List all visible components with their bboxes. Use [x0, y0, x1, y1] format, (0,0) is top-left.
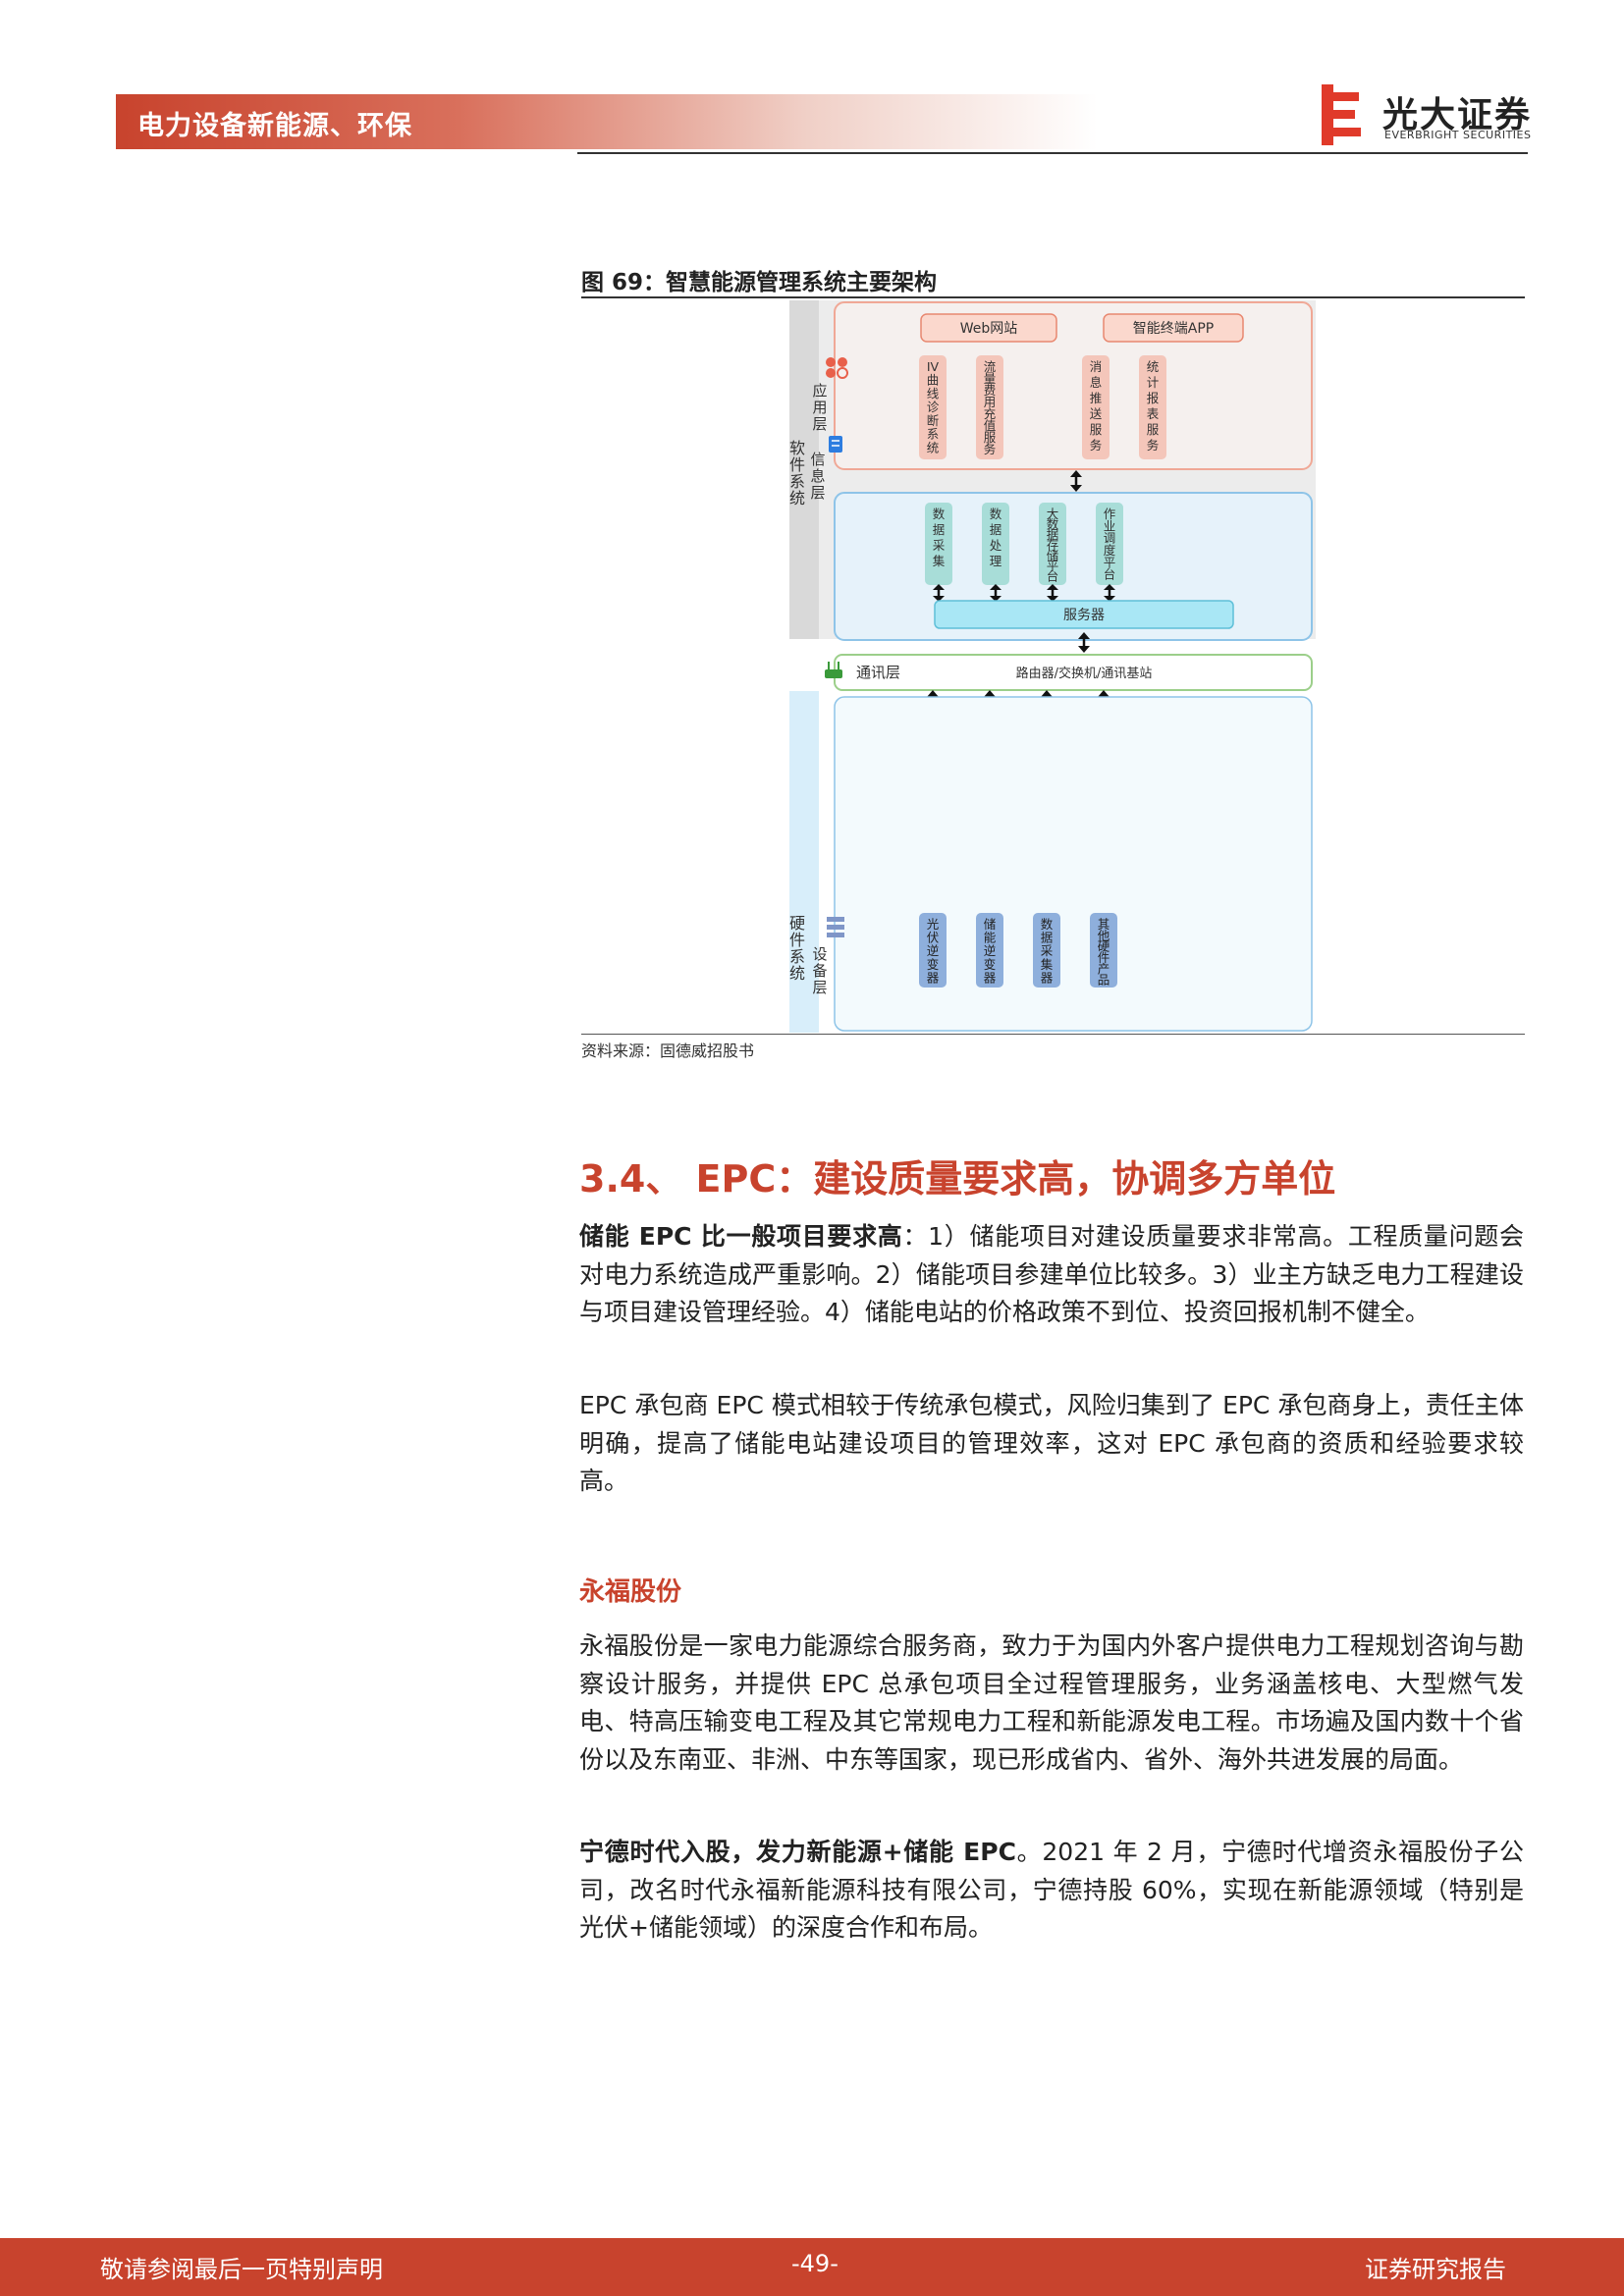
svg-text:消: 消 [1090, 359, 1103, 374]
software-system-label: 软件系统 [789, 439, 805, 507]
terminal-app-label: 智能终端APP [1133, 321, 1214, 337]
svg-text:应: 应 [812, 382, 827, 400]
svg-text:集: 集 [933, 554, 946, 568]
app-column-label: 统计报表服务 [1147, 359, 1160, 453]
svg-text:统: 统 [927, 440, 940, 454]
svg-text:息: 息 [1090, 375, 1103, 390]
svg-text:服: 服 [1090, 422, 1103, 437]
device-layer-label: 设备层 [812, 945, 827, 996]
svg-text:器: 器 [927, 970, 940, 985]
svg-text:据: 据 [990, 522, 1002, 537]
svg-text:数: 数 [933, 507, 946, 521]
logo-text-en: EVERBRIGHT SECURITIES [1384, 129, 1532, 141]
device-column-label: 储能逆变器 [984, 917, 997, 985]
info-layer-text: 信息层 [810, 451, 825, 502]
info-column-label: 数据处理 [990, 507, 1002, 568]
paragraph-catl-investment: 宁德时代入股，发力新能源+储能 EPC。2021 年 2 月，宁德时代增资永福股… [579, 1834, 1524, 1948]
svg-text:统: 统 [789, 964, 805, 983]
figure-top-rule [581, 296, 1525, 298]
svg-text:信: 信 [810, 451, 825, 468]
device-layer-frame [834, 696, 1313, 1032]
app-layer-label: 应用层 [812, 382, 827, 433]
app-layer-text: 应用层 [812, 382, 827, 433]
paragraph-epc-contractor: EPC 承包商 EPC 模式相较于传统承包模式，风险归集到了 EPC 承包商身上… [579, 1391, 1524, 1495]
info-column-label: 数据采集 [933, 507, 946, 568]
device-column-label: 数据采集器 [1041, 917, 1054, 985]
page-number: -49- [791, 2250, 839, 2277]
paragraph-company-intro: 永福股份是一家电力能源综合服务商，致力于为国内外客户提供电力工程规划咨询与勘察设… [579, 1631, 1524, 1774]
svg-text:备: 备 [812, 962, 827, 980]
info-layer-label: 信息层 [810, 451, 825, 502]
svg-text:务: 务 [1147, 438, 1160, 453]
svg-text:统: 统 [1147, 359, 1160, 374]
section-title: 3.4、 EPC：建设质量要求高，协调多方单位 [579, 1157, 1336, 1201]
svg-text:处: 处 [990, 538, 1002, 553]
svg-text:器: 器 [1041, 970, 1054, 985]
p4-lead: 宁德时代入股，发力新能源+储能 EPC [579, 1838, 1016, 1866]
svg-text:表: 表 [1147, 406, 1160, 421]
server-label: 服务器 [1063, 608, 1105, 623]
svg-text:据: 据 [933, 522, 946, 537]
svg-text:报: 报 [1147, 391, 1160, 405]
web-site-label: Web网站 [960, 321, 1018, 337]
svg-text:用: 用 [812, 399, 827, 416]
device-column-label: 其他硬件产品 [1098, 917, 1110, 988]
svg-text:务: 务 [984, 442, 997, 456]
comm-layer-content: 路由器/交换机/通讯基站 [1016, 666, 1153, 681]
svg-text:务: 务 [1090, 438, 1103, 453]
footer-report-type: 证券研究报告 [1365, 2256, 1506, 2283]
footer-disclaimer: 敬请参阅最后一页特别声明 [100, 2256, 383, 2283]
svg-text:息: 息 [810, 467, 825, 485]
app-column-label: 消息推送服务 [1090, 359, 1103, 453]
software-system-text: 软件系统 [789, 439, 805, 507]
svg-text:数: 数 [990, 507, 1002, 521]
paragraph-epc-requirements: 储能 EPC 比一般项目要求高：1）储能项目对建设质量要求非常高。工程质量问题会… [579, 1218, 1524, 1332]
svg-text:台: 台 [1047, 568, 1059, 583]
svg-text:推: 推 [1090, 391, 1103, 405]
app-column-label: 流量费用充值服务 [984, 359, 997, 456]
svg-text:台: 台 [1104, 567, 1116, 582]
comm-layer-label: 通讯层 [856, 664, 900, 681]
svg-text:服: 服 [1147, 422, 1160, 437]
device-layer-text: 设备层 [812, 945, 827, 996]
svg-text:层: 层 [810, 484, 825, 502]
svg-text:设: 设 [812, 945, 827, 963]
svg-text:理: 理 [990, 554, 1002, 568]
svg-text:层: 层 [812, 979, 827, 996]
app-column-label: IV曲线诊断系统 [927, 359, 940, 454]
svg-text:采: 采 [933, 538, 946, 553]
svg-text:计: 计 [1147, 375, 1160, 390]
device-column-label: 光伏逆变器 [927, 917, 940, 985]
info-layer-icon [829, 436, 842, 453]
figure-title: 图 69：智慧能源管理系统主要架构 [581, 270, 938, 295]
svg-text:统: 统 [789, 489, 805, 507]
svg-text:器: 器 [984, 970, 997, 985]
architecture-diagram: Web网站 智能终端APP IV 曲线诊断系统流量费用充值服务消息推送服务统计报表… [789, 300, 1316, 1033]
figure-source: 资料来源：固德威招股书 [581, 1041, 755, 1060]
company-heading: 永福股份 [579, 1577, 682, 1607]
hardware-system-label: 硬件系统 [789, 914, 805, 983]
info-column-label: 作业调度平台 [1104, 507, 1116, 582]
hardware-system-text: 硬件系统 [789, 914, 805, 983]
svg-text:层: 层 [812, 415, 827, 433]
device-layer-icon [827, 917, 844, 937]
info-column-label: 大数据存储平台 [1047, 507, 1059, 583]
figure-bottom-rule [581, 1034, 1525, 1035]
svg-text:品: 品 [1098, 973, 1110, 988]
architecture-svg: Web网站 智能终端APP IV曲线诊断系统流量费用充值服务消息推送服务统计报表… [789, 300, 1316, 1033]
header-category: 电力设备新能源、环保 [137, 111, 412, 141]
header-rule [577, 152, 1528, 154]
everbright-logo-icon [1322, 84, 1361, 145]
svg-text:送: 送 [1090, 406, 1103, 421]
p1-lead: 储能 EPC 比一般项目要求高 [579, 1222, 903, 1251]
